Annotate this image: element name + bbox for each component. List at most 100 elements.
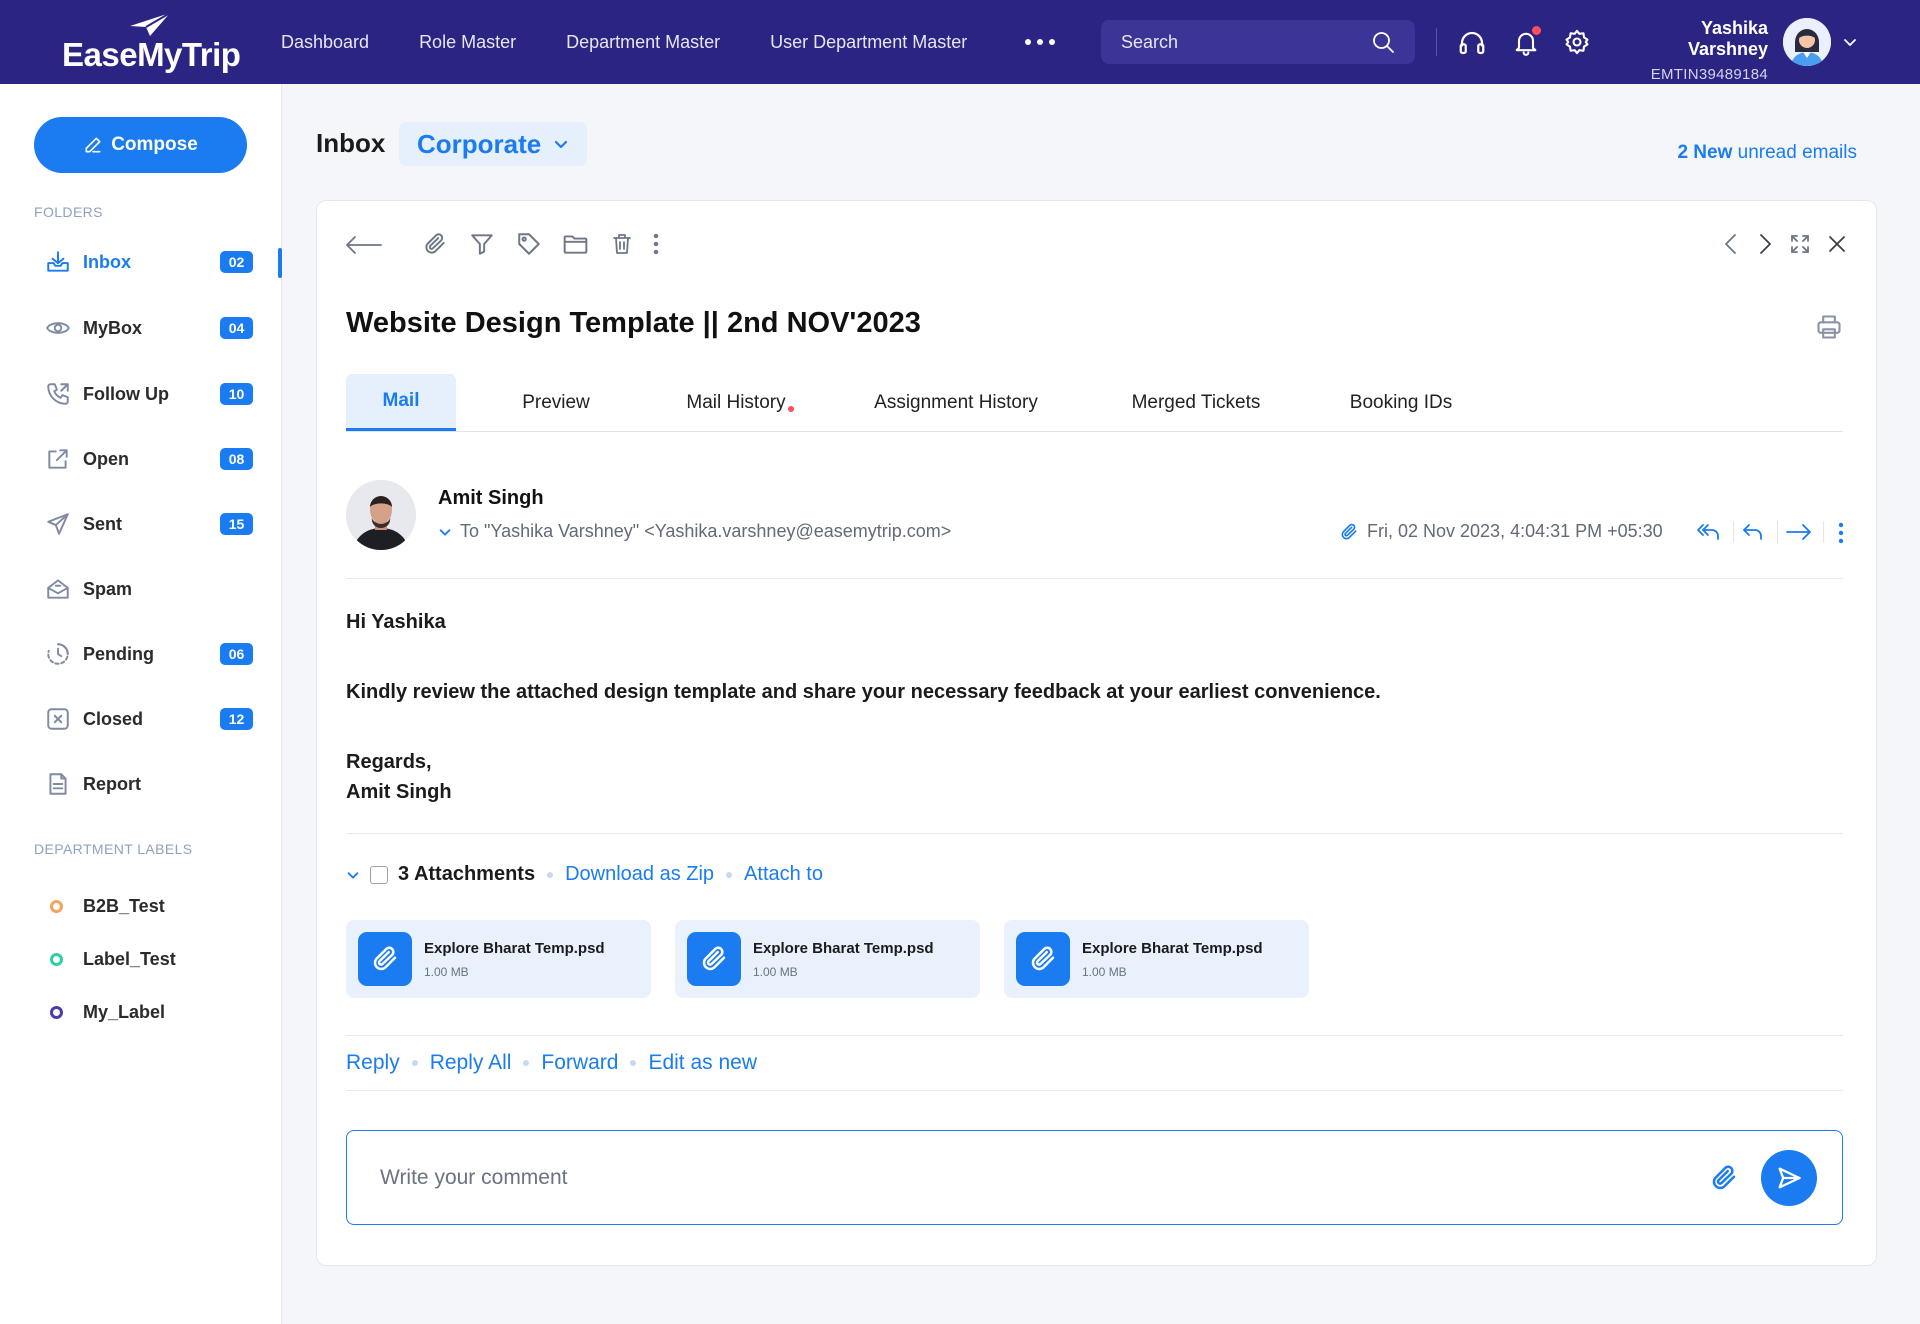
attachment-file-icon: [687, 932, 741, 986]
label-text: B2B_Test: [83, 895, 165, 916]
nav-department-master[interactable]: Department Master: [566, 32, 720, 53]
sidebar-item-report[interactable]: Report: [0, 756, 282, 812]
folder-icon[interactable]: [562, 231, 589, 257]
sidebar-item-label: Sent: [83, 513, 123, 534]
send-button[interactable]: [1761, 1149, 1817, 1206]
user-avatar[interactable]: [1783, 18, 1831, 66]
sidebar-item-pending[interactable]: Pending 06: [0, 626, 282, 682]
attachment-size: 1.00 MB: [753, 964, 798, 979]
more-vertical-icon[interactable]: [1837, 521, 1845, 545]
mail-signature: Amit Singh: [346, 781, 452, 803]
user-info[interactable]: Yashika Varshney EMTIN39489184: [1616, 18, 1768, 83]
report-icon: [49, 773, 67, 795]
paperclip-icon: [373, 946, 397, 971]
label-color-dot: [50, 899, 63, 913]
sidebar-item-open[interactable]: Open 08: [0, 431, 282, 487]
label-item-b2b-test[interactable]: B2B_Test: [0, 886, 282, 926]
back-arrow-icon[interactable]: [345, 235, 383, 255]
attachments-header: 3 Attachments Download as Zip Attach to: [346, 863, 823, 886]
close-box-icon: [47, 708, 69, 730]
mail-card: Website Design Template || 2nd NOV'2023 …: [316, 200, 1877, 1266]
folder-count-badge: 04: [220, 317, 253, 339]
nav-role-master[interactable]: Role Master: [419, 32, 516, 53]
attach-to-link[interactable]: Attach to: [744, 863, 823, 886]
reply-all-icon[interactable]: [1695, 521, 1721, 543]
chevron-right-icon[interactable]: [1754, 231, 1776, 257]
select-all-attachments-checkbox[interactable]: [370, 865, 388, 884]
divider: [346, 578, 1843, 579]
top-divider: [1436, 28, 1437, 56]
chevron-left-icon[interactable]: [1720, 231, 1742, 257]
recipient-line[interactable]: To "Yashika Varshney" <Yashika.varshney@…: [438, 521, 951, 542]
attachment-card[interactable]: Explore Bharat Temp.psd 1.00 MB: [1004, 920, 1309, 998]
nav-dashboard[interactable]: Dashboard: [281, 32, 369, 53]
folder-count-badge: 02: [220, 251, 253, 273]
sidebar-item-sent[interactable]: Sent 15: [0, 496, 282, 552]
separator-dot: [411, 1060, 418, 1066]
label-item-my-label[interactable]: My_Label: [0, 992, 282, 1032]
comment-input[interactable]: [380, 1165, 1709, 1190]
tab-mail[interactable]: Mail: [346, 374, 456, 431]
mailbox-select[interactable]: Corporate: [399, 122, 588, 166]
nav-user-department-master[interactable]: User Department Master: [770, 32, 967, 53]
forward-arrow-icon[interactable]: [1785, 521, 1813, 543]
trash-icon[interactable]: [610, 231, 634, 257]
eye-icon: [46, 322, 70, 334]
tag-icon[interactable]: [516, 231, 542, 257]
sidebar-item-closed[interactable]: Closed 12: [0, 691, 282, 747]
more-vertical-icon[interactable]: [652, 231, 660, 257]
compose-button[interactable]: Compose: [34, 117, 247, 173]
close-icon[interactable]: [1825, 231, 1849, 257]
sidebar-item-label: Closed: [83, 708, 144, 729]
tab-preview[interactable]: Preview: [496, 374, 616, 431]
easemytrip-logo[interactable]: EaseMyTrip: [62, 12, 241, 73]
paperclip-icon: [702, 946, 726, 971]
chevron-down-icon[interactable]: [346, 868, 360, 882]
separator-dot: [523, 1060, 530, 1066]
unread-emails-link[interactable]: 2 New unread emails: [1677, 142, 1857, 164]
search-input[interactable]: [1121, 31, 1371, 53]
reply-all-link[interactable]: Reply All: [430, 1051, 512, 1075]
filter-icon[interactable]: [469, 231, 495, 257]
attachments-count: 3 Attachments: [398, 863, 536, 885]
headset-icon[interactable]: [1457, 28, 1487, 58]
search-icon[interactable]: [1371, 30, 1395, 54]
sidebar-item-inbox[interactable]: Inbox 02: [0, 234, 282, 290]
sidebar: Compose FOLDERS Inbox 02 MyBox 04 Follow…: [0, 84, 282, 1324]
attachment-card[interactable]: Explore Bharat Temp.psd 1.00 MB: [675, 920, 980, 998]
reply-link[interactable]: Reply: [346, 1051, 400, 1075]
reply-icon[interactable]: [1741, 521, 1765, 543]
paperclip-icon: [1341, 523, 1357, 539]
gear-icon[interactable]: [1563, 28, 1591, 56]
tab-assignment-history[interactable]: Assignment History: [856, 374, 1056, 431]
mail-body: Kindly review the attached design templa…: [346, 681, 1381, 703]
active-indicator: [278, 248, 282, 278]
paperclip-icon[interactable]: [1709, 1163, 1739, 1193]
download-zip-link[interactable]: Download as Zip: [565, 863, 714, 886]
sidebar-item-mybox[interactable]: MyBox 04: [0, 300, 282, 356]
label-item-label-test[interactable]: Label_Test: [0, 939, 282, 979]
edit-as-new-link[interactable]: Edit as new: [648, 1051, 757, 1075]
tab-booking-ids[interactable]: Booking IDs: [1326, 374, 1476, 431]
tab-mail-history-label: Mail History: [686, 391, 786, 413]
unread-suffix: unread emails: [1737, 142, 1857, 163]
forward-link[interactable]: Forward: [541, 1051, 618, 1075]
paperclip-icon[interactable]: [422, 231, 448, 257]
user-name: Yashika Varshney: [1687, 18, 1768, 59]
mail-subject: Website Design Template || 2nd NOV'2023: [346, 307, 921, 339]
attachment-name: Explore Bharat Temp.psd: [753, 939, 934, 957]
sidebar-item-spam[interactable]: Spam: [0, 561, 282, 617]
tab-merged-tickets[interactable]: Merged Tickets: [1111, 374, 1281, 431]
phone-icon: [47, 383, 69, 405]
mail-signoff: Regards,: [346, 751, 432, 773]
chevron-down-icon[interactable]: [1842, 34, 1858, 50]
page-title: Inbox: [316, 128, 386, 158]
tab-mail-history[interactable]: Mail History: [666, 374, 806, 431]
notifications[interactable]: [1512, 26, 1541, 56]
print-icon[interactable]: [1815, 313, 1843, 341]
more-horizontal-icon[interactable]: [1022, 30, 1058, 54]
attachment-name: Explore Bharat Temp.psd: [1082, 939, 1263, 957]
expand-icon[interactable]: [1788, 231, 1812, 257]
sidebar-item-follow-up[interactable]: Follow Up 10: [0, 366, 282, 422]
attachment-card[interactable]: Explore Bharat Temp.psd 1.00 MB: [346, 920, 651, 998]
